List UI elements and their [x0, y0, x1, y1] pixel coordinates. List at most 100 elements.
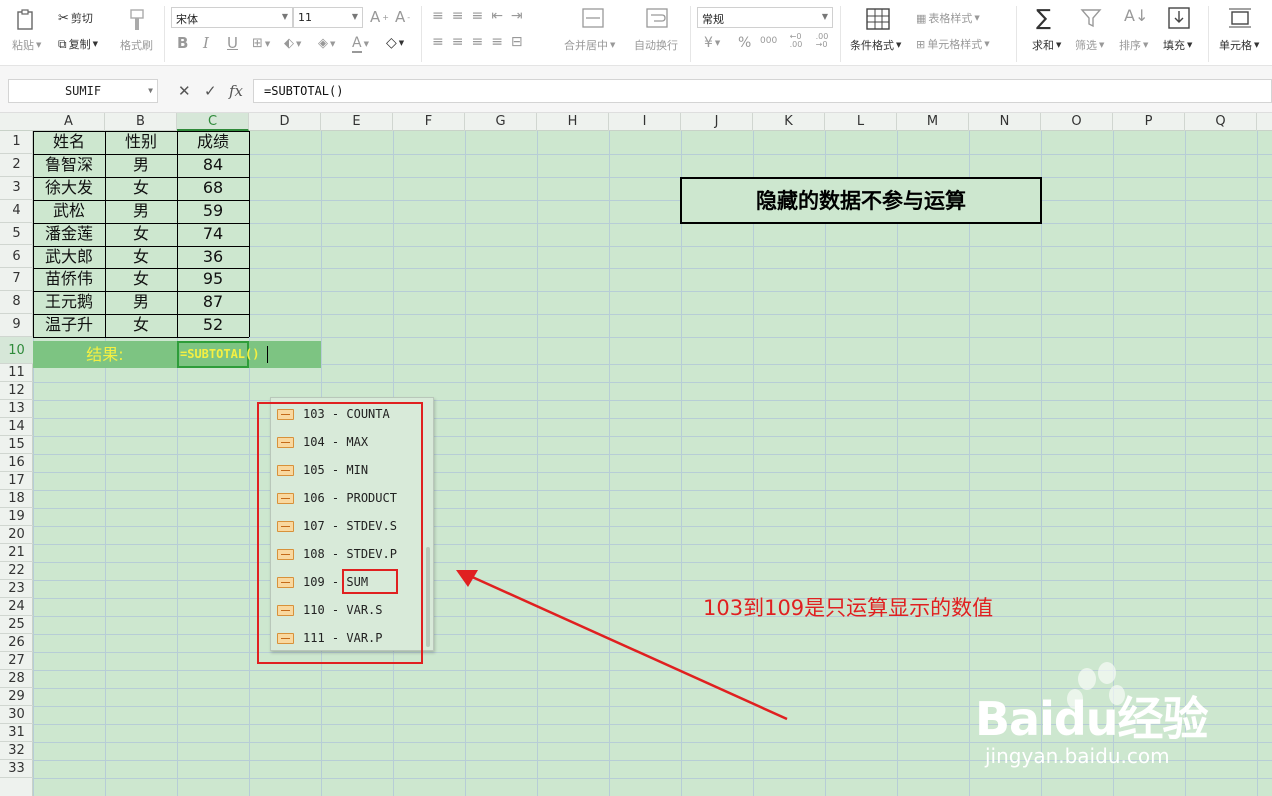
row-header[interactable]: 32 — [0, 742, 33, 761]
merge-center-icon[interactable] — [582, 8, 604, 28]
row-header[interactable]: 31 — [0, 724, 33, 743]
decrease-font-icon[interactable]: A- — [395, 8, 410, 26]
row-header[interactable]: 30 — [0, 706, 33, 725]
column-header[interactable]: L — [825, 113, 897, 131]
format-painter-icon[interactable] — [128, 8, 146, 32]
merge-center-button[interactable]: 合并居中 ▼ — [564, 37, 615, 53]
table-cell[interactable]: 女 — [105, 223, 177, 246]
paste-icon[interactable] — [14, 8, 40, 32]
table-cell[interactable]: 王元鹅 — [33, 291, 105, 314]
filter-icon[interactable] — [1080, 7, 1102, 29]
table-cell[interactable]: 87 — [177, 291, 249, 314]
table-cell[interactable]: 武松 — [33, 200, 105, 223]
table-cell[interactable]: 鲁智深 — [33, 154, 105, 177]
column-header[interactable]: J — [681, 113, 753, 131]
row-header[interactable]: 18 — [0, 490, 33, 509]
row-header[interactable]: 15 — [0, 436, 33, 455]
table-cell[interactable]: 女 — [105, 314, 177, 337]
row-header[interactable]: 4 — [0, 200, 33, 223]
table-cell[interactable]: 武大郎 — [33, 246, 105, 269]
table-cell[interactable]: 性别 — [105, 131, 177, 154]
align-horizontal-icons[interactable]: ≡≡≡≡⊟ — [432, 34, 531, 50]
wrap-text-icon[interactable] — [646, 8, 668, 28]
fill-down-icon[interactable] — [1168, 7, 1190, 29]
table-cell[interactable]: 59 — [177, 200, 249, 223]
border-icon[interactable]: ⊞ ▼ — [252, 36, 270, 51]
conditional-format-button[interactable]: 条件格式 ▼ — [850, 37, 901, 53]
table-cell[interactable]: 成绩 — [177, 131, 249, 154]
italic-button[interactable]: I — [203, 34, 209, 52]
confirm-icon[interactable]: ✓ — [204, 82, 217, 100]
row-header[interactable]: 9 — [0, 314, 33, 338]
eraser-icon[interactable]: ◇ ▼ — [386, 35, 404, 51]
fill-color-icon[interactable]: ⬖ ▼ — [284, 36, 301, 51]
row-header[interactable]: 22 — [0, 562, 33, 581]
column-header[interactable]: G — [465, 113, 537, 131]
copy-button[interactable]: ⧉ 复制 ▼ — [58, 36, 98, 52]
row-header[interactable]: 5 — [0, 223, 33, 246]
column-header[interactable]: D — [249, 113, 321, 131]
table-cell[interactable]: 95 — [177, 268, 249, 291]
row-header[interactable]: 12 — [0, 382, 33, 401]
row-header[interactable]: 20 — [0, 526, 33, 545]
sort-icon[interactable]: A↓ — [1124, 6, 1148, 25]
cell-icon[interactable] — [1228, 7, 1252, 29]
wrap-text-button[interactable]: 自动换行 — [634, 37, 678, 53]
row-header[interactable]: 10 — [0, 337, 33, 365]
row-header[interactable]: 1 — [0, 131, 33, 154]
row-header[interactable]: 14 — [0, 418, 33, 437]
column-header[interactable]: Q — [1185, 113, 1257, 131]
cancel-icon[interactable]: ✕ — [178, 82, 191, 100]
row-header[interactable]: 21 — [0, 544, 33, 563]
row-header[interactable]: 11 — [0, 364, 33, 383]
format-painter-button[interactable]: 格式刷 — [120, 37, 153, 53]
row-header[interactable]: 3 — [0, 177, 33, 200]
table-cell[interactable]: 女 — [105, 177, 177, 200]
currency-button[interactable]: ¥ ▼ — [704, 35, 720, 51]
column-header[interactable]: O — [1041, 113, 1113, 131]
underline-button[interactable]: U — [227, 34, 238, 52]
conditional-format-icon[interactable] — [866, 8, 890, 30]
sort-button[interactable]: 排序 ▼ — [1119, 37, 1148, 53]
name-box[interactable]: SUMIF ▼ — [8, 79, 158, 103]
row-header[interactable]: 29 — [0, 688, 33, 707]
table-cell[interactable]: 苗侨伟 — [33, 268, 105, 291]
column-header[interactable]: P — [1113, 113, 1185, 131]
column-header[interactable]: M — [897, 113, 969, 131]
percent-button[interactable]: % — [738, 35, 751, 51]
table-cell[interactable]: 男 — [105, 291, 177, 314]
table-cell[interactable]: 潘金莲 — [33, 223, 105, 246]
table-cell[interactable]: 84 — [177, 154, 249, 177]
table-cell[interactable]: 温子升 — [33, 314, 105, 337]
column-header[interactable]: B — [105, 113, 177, 131]
popup-scrollbar[interactable] — [426, 547, 430, 647]
fill-button[interactable]: 填充 ▼ — [1163, 37, 1192, 53]
column-header[interactable]: E — [321, 113, 393, 131]
table-cell[interactable]: 36 — [177, 246, 249, 269]
spreadsheet-grid[interactable]: ABCDEFGHIJKLMNOPQ 1 2 3 4 5 6 7 8 9 10 11 12 13 14 15 1… — [0, 113, 1272, 796]
column-header[interactable]: A — [33, 113, 105, 131]
table-cell[interactable]: 姓名 — [33, 131, 105, 154]
cell-style-button[interactable]: ⊞ 单元格样式 ▼ — [916, 36, 990, 52]
row-header[interactable]: 25 — [0, 616, 33, 635]
number-format-select[interactable]: 常规 ▼ — [697, 7, 833, 28]
row-header[interactable]: 6 — [0, 246, 33, 269]
row-header[interactable]: 2 — [0, 154, 33, 177]
decrease-decimal-icon[interactable]: .00 →0 — [812, 33, 832, 49]
column-header[interactable]: C — [177, 113, 249, 131]
column-header[interactable]: N — [969, 113, 1041, 131]
fx-icon[interactable]: fx — [229, 82, 243, 100]
font-color-icon[interactable]: A ▼ — [352, 35, 369, 53]
row-header[interactable]: 28 — [0, 670, 33, 689]
row-header[interactable]: 26 — [0, 634, 33, 653]
cut-button[interactable]: ✂ 剪切 — [58, 10, 93, 26]
font-size-select[interactable]: 11 ▼ — [293, 7, 363, 28]
row-header[interactable]: 23 — [0, 580, 33, 599]
result-label[interactable]: 结果: — [33, 341, 177, 368]
table-cell[interactable]: 女 — [105, 268, 177, 291]
table-cell[interactable]: 男 — [105, 200, 177, 223]
cell-button[interactable]: 单元格 ▼ — [1219, 37, 1259, 53]
table-cell[interactable]: 52 — [177, 314, 249, 337]
column-header[interactable]: F — [393, 113, 465, 131]
paste-button[interactable]: 粘贴 ▼ — [12, 37, 41, 53]
